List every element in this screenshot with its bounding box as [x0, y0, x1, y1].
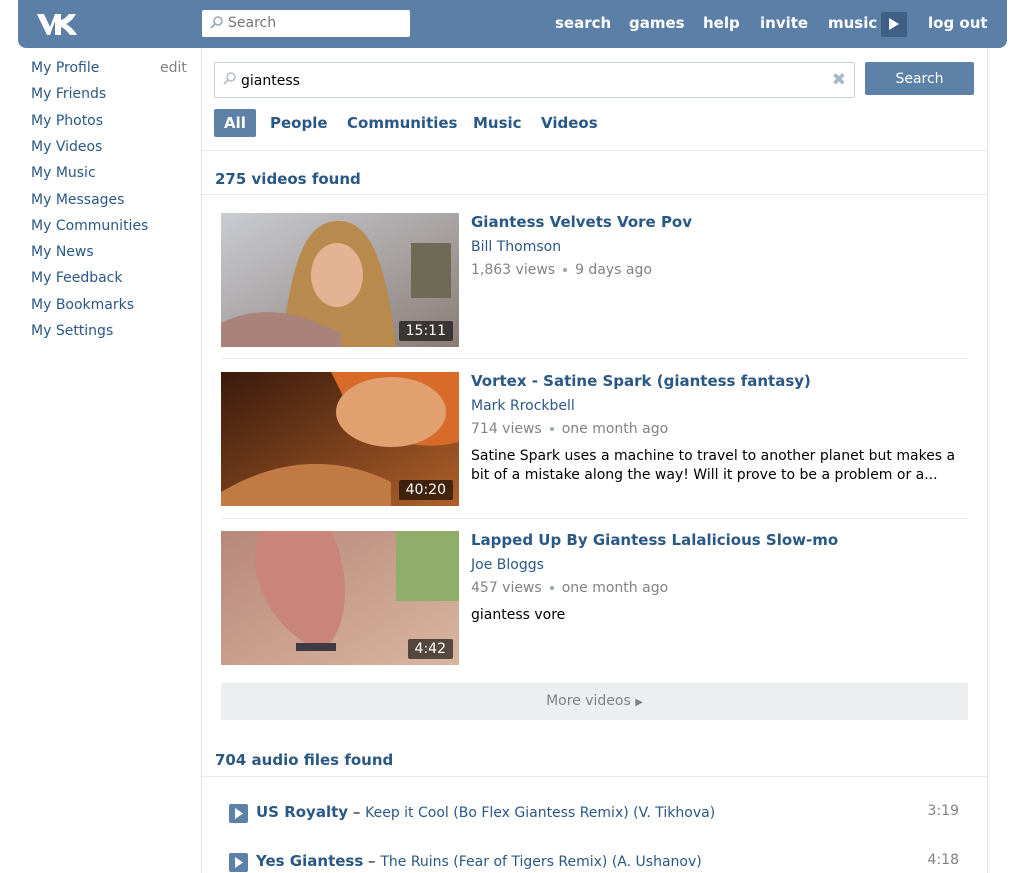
audio-song[interactable]: Keep it Cool (Bo Flex Giantess Remix) (V… — [365, 805, 715, 821]
edit-profile-link[interactable]: edit — [160, 60, 187, 76]
play-icon — [235, 857, 243, 868]
filter-tab-music[interactable]: Music — [473, 109, 522, 137]
video-title[interactable]: Giantess Velvets Vore Pov — [471, 213, 692, 231]
audio-play-button[interactable] — [229, 804, 248, 823]
video-age: one month ago — [561, 421, 669, 437]
chevron-right-icon: ▶ — [635, 697, 643, 708]
audio-artist[interactable]: Yes Giantess — [256, 852, 363, 870]
main-search-field[interactable]: ✖ — [214, 62, 855, 98]
sidebar-item-news[interactable]: My News — [31, 244, 94, 260]
video-meta: 714 views one month ago — [471, 421, 668, 437]
video-title[interactable]: Lapped Up By Giantess Lalalicious Slow-m… — [471, 531, 838, 549]
video-meta: 1,863 views 9 days ago — [471, 262, 652, 278]
video-separator — [221, 518, 968, 519]
separator-dot — [563, 268, 568, 272]
search-icon — [210, 16, 223, 29]
video-thumbnail[interactable]: 40:20 — [221, 372, 459, 506]
audio-item: Yes Giantess – The Ruins (Fear of Tigers… — [229, 852, 959, 873]
vk-logo-icon[interactable] — [35, 10, 79, 38]
filter-tab-all[interactable]: All — [214, 109, 256, 137]
filter-tab-communities[interactable]: Communities — [347, 109, 458, 137]
nav-invite[interactable]: invite — [760, 14, 808, 32]
filter-tab-videos[interactable]: Videos — [541, 109, 598, 137]
audio-item: US Royalty – Keep it Cool (Bo Flex Giant… — [229, 803, 959, 825]
video-author[interactable]: Joe Bloggs — [471, 557, 544, 573]
main-search-input[interactable] — [241, 71, 821, 91]
video-separator — [221, 358, 968, 359]
clear-search-icon[interactable]: ✖ — [832, 70, 846, 90]
section-divider — [202, 150, 987, 151]
section-divider — [202, 776, 987, 777]
audio-title-line: Yes Giantess – The Ruins (Fear of Tigers… — [256, 852, 702, 870]
nav-help[interactable]: help — [703, 14, 740, 32]
play-icon — [889, 18, 899, 30]
music-play-button[interactable] — [881, 12, 907, 37]
video-title[interactable]: Vortex - Satine Spark (giantess fantasy) — [471, 372, 811, 390]
filter-tab-people[interactable]: People — [270, 109, 328, 137]
search-button[interactable]: Search — [865, 62, 974, 95]
video-result: 15:11 Giantess Velvets Vore Pov Bill Tho… — [221, 213, 968, 347]
nav-games[interactable]: games — [629, 14, 685, 32]
nav-music[interactable]: music — [828, 14, 877, 32]
video-description: giantess vore — [471, 607, 566, 623]
video-description: Satine Spark uses a machine to travel to… — [471, 448, 956, 483]
sidebar-item-messages[interactable]: My Messages — [31, 192, 124, 208]
sidebar-item-profile[interactable]: My Profile — [31, 60, 99, 76]
video-views: 1,863 views — [471, 262, 556, 278]
video-thumbnail[interactable]: 15:11 — [221, 213, 459, 347]
separator-dot — [549, 427, 554, 431]
video-result: 4:42 Lapped Up By Giantess Lalalicious S… — [221, 531, 968, 665]
audio-song[interactable]: The Ruins (Fear of Tigers Remix) (A. Ush… — [380, 854, 701, 870]
audio-dash: – — [368, 852, 376, 870]
video-thumbnail[interactable]: 4:42 — [221, 531, 459, 665]
audio-duration: 4:18 — [927, 852, 959, 868]
video-result: 40:20 Vortex - Satine Spark (giantess fa… — [221, 372, 968, 506]
top-header: search games help invite music log out — [18, 0, 1007, 48]
video-duration: 40:20 — [398, 480, 453, 500]
audio-title-line: US Royalty – Keep it Cool (Bo Flex Giant… — [256, 803, 715, 821]
separator-dot — [549, 586, 554, 590]
sidebar-item-settings[interactable]: My Settings — [31, 323, 113, 339]
more-videos-label: More videos — [546, 693, 631, 709]
nav-log-out[interactable]: log out — [928, 14, 988, 32]
sidebar-item-friends[interactable]: My Friends — [31, 86, 106, 102]
video-meta: 457 views one month ago — [471, 580, 668, 596]
sidebar-item-music[interactable]: My Music — [31, 165, 96, 181]
section-divider — [202, 194, 987, 195]
sidebar-item-videos[interactable]: My Videos — [31, 139, 102, 155]
header-search-field[interactable] — [202, 10, 410, 37]
videos-count-heading: 275 videos found — [215, 170, 361, 188]
video-age: one month ago — [561, 580, 669, 596]
video-age: 9 days ago — [575, 262, 652, 278]
search-icon — [223, 72, 236, 85]
video-duration: 4:42 — [407, 639, 453, 659]
nav-search[interactable]: search — [555, 14, 611, 32]
audio-duration: 3:19 — [927, 803, 959, 819]
sidebar-item-feedback[interactable]: My Feedback — [31, 270, 123, 286]
video-views: 457 views — [471, 580, 542, 596]
video-author[interactable]: Mark Rrockbell — [471, 398, 575, 414]
audio-count-heading: 704 audio files found — [215, 751, 394, 769]
play-icon — [235, 808, 243, 819]
video-views: 714 views — [471, 421, 542, 437]
audio-play-button[interactable] — [229, 853, 248, 872]
sidebar-item-communities[interactable]: My Communities — [31, 218, 148, 234]
sidebar-item-photos[interactable]: My Photos — [31, 113, 103, 129]
video-duration: 15:11 — [398, 321, 453, 341]
more-videos-button[interactable]: More videos ▶ — [221, 683, 968, 720]
audio-artist[interactable]: US Royalty — [256, 803, 348, 821]
header-search-input[interactable] — [228, 13, 404, 33]
video-author[interactable]: Bill Thomson — [471, 239, 561, 255]
sidebar-item-bookmarks[interactable]: My Bookmarks — [31, 297, 134, 313]
audio-dash: – — [352, 803, 361, 821]
